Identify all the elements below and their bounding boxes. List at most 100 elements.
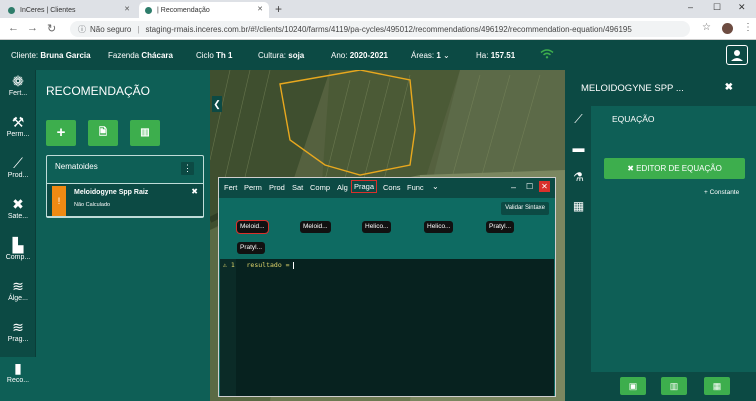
sidebar-item-fertilidade[interactable]: ❁ Fert... bbox=[0, 70, 36, 106]
equation-panel-title: MELOIDOGYNE SPP ... bbox=[581, 83, 684, 94]
close-editor-icon[interactable]: ✕ bbox=[539, 181, 550, 192]
favicon-icon bbox=[145, 6, 152, 14]
equation-editor-button[interactable]: ✖ EDITOR DE EQUAÇÃO bbox=[604, 158, 745, 179]
flask-icon[interactable]: ⚗ bbox=[571, 170, 586, 185]
areas-value: 1 bbox=[436, 51, 441, 60]
add-button[interactable]: + bbox=[46, 120, 76, 146]
url-field[interactable]: ⓘ Não seguro | staging-rmais.inceres.com… bbox=[70, 21, 690, 37]
back-icon[interactable]: ← bbox=[8, 22, 19, 34]
collapse-panel-button[interactable]: ❮ bbox=[212, 96, 222, 112]
equation-panel: MELOIDOGYNE SPP ... ✖ ⟋ ▬ ⚗ ▦ EQUAÇÃO ✖ … bbox=[565, 70, 756, 401]
close-tab-icon[interactable]: ✕ bbox=[257, 5, 263, 13]
minimize-editor-icon[interactable]: – bbox=[511, 182, 516, 192]
variable-chip[interactable]: Meloid... bbox=[300, 221, 331, 233]
ano-value: 2020-2021 bbox=[349, 51, 388, 60]
composition-icon: ▙ bbox=[12, 237, 24, 253]
address-bar-row: ← → ↻ ⓘ Não seguro | staging-rmais.incer… bbox=[0, 18, 756, 40]
code-text: resultado = bbox=[246, 261, 294, 269]
books-icon: ▥ bbox=[669, 381, 679, 391]
close-window-icon[interactable]: ✕ bbox=[738, 2, 746, 13]
group-menu-button[interactable]: ⋮ bbox=[181, 162, 194, 175]
chart-line-icon[interactable]: ⟋ bbox=[571, 112, 586, 127]
tab-praga[interactable]: Praga bbox=[351, 180, 378, 193]
sidebar-item-permanencia[interactable]: ⚒ Perm... bbox=[0, 111, 36, 147]
validate-syntax-button[interactable]: Validar Sintaxe bbox=[501, 202, 549, 215]
sidebar-item-produtividade[interactable]: ⟋ Prod... bbox=[0, 152, 36, 188]
url-warning: Não seguro bbox=[90, 24, 132, 34]
forward-icon[interactable]: → bbox=[27, 22, 38, 34]
chart-line-icon: ⟋ bbox=[13, 155, 23, 171]
areas-label: Áreas: bbox=[411, 51, 435, 60]
close-tab-icon[interactable]: ✕ bbox=[124, 5, 130, 13]
variable-chip[interactable]: Helico... bbox=[362, 221, 392, 233]
maximize-editor-icon[interactable]: ☐ bbox=[526, 182, 533, 191]
tab-label: InCeres | Clientes bbox=[20, 6, 76, 14]
tab-comp[interactable]: Comp bbox=[310, 183, 330, 192]
user-account-button[interactable] bbox=[726, 45, 748, 65]
variable-chip[interactable]: Helico... bbox=[424, 221, 454, 233]
close-x-icon: ✖ bbox=[627, 164, 637, 173]
sidebar-item-algebra[interactable]: ≋ Álge... bbox=[0, 275, 36, 311]
library-button[interactable]: ▥ bbox=[661, 377, 687, 395]
ciclo-label: Ciclo bbox=[196, 51, 214, 60]
browser-tab-clientes[interactable]: InCeres | Clientes ✕ bbox=[2, 2, 136, 18]
layers-icon: ≋ bbox=[12, 319, 24, 335]
close-panel-icon[interactable]: ✖ bbox=[725, 82, 733, 93]
app-header: Cliente: Bruna Garcia Fazenda Chácara Ci… bbox=[0, 40, 756, 70]
fazenda-label: Fazenda bbox=[108, 51, 140, 60]
info-icon: ⓘ bbox=[78, 24, 86, 34]
line-gutter bbox=[220, 259, 236, 396]
paint-roller-icon[interactable]: ▬ bbox=[571, 141, 586, 156]
code-editor[interactable]: ⚠ 1 resultado = bbox=[220, 259, 554, 396]
save-icon: ▣ bbox=[628, 381, 638, 391]
tab-sat[interactable]: Sat bbox=[292, 183, 303, 192]
item-status: Não Calculado bbox=[74, 202, 111, 208]
bookmark-star-icon[interactable]: ☆ bbox=[702, 22, 711, 33]
line-number: 1 bbox=[230, 261, 235, 269]
library-button[interactable]: ▥ bbox=[130, 120, 160, 146]
browser-tab-recomendacao[interactable]: | Recomendação ✕ bbox=[139, 2, 269, 18]
sidebar-item-recomendacao[interactable]: ▮ Reco... bbox=[0, 357, 36, 401]
add-constant-button[interactable]: + Constante bbox=[704, 189, 739, 196]
maximize-window-icon[interactable]: ☐ bbox=[713, 2, 721, 13]
variable-chip[interactable]: Pratyl... bbox=[486, 221, 515, 233]
save-button[interactable]: ▣ bbox=[620, 377, 646, 395]
calculator-icon[interactable]: ▦ bbox=[571, 199, 586, 214]
areas-dropdown[interactable]: Áreas: 1 ⌄ bbox=[411, 51, 450, 60]
variable-chip[interactable]: Pratyl... bbox=[237, 242, 266, 254]
document-icon: 🗎 bbox=[98, 127, 108, 138]
tube-icon: ▮ bbox=[14, 360, 22, 376]
tab-cons[interactable]: Cons bbox=[383, 183, 401, 192]
minimize-window-icon[interactable]: – bbox=[688, 2, 693, 12]
sidebar-item-satelite[interactable]: ✖ Sate... bbox=[0, 193, 36, 229]
ha-label: Ha: bbox=[476, 51, 489, 60]
tab-alg[interactable]: Alg bbox=[337, 183, 348, 192]
tab-label: | Recomendação bbox=[157, 6, 210, 14]
recommendation-item[interactable]: ! Meloidogyne Spp Raiz Não Calculado ✖ bbox=[46, 183, 204, 217]
profile-avatar[interactable] bbox=[722, 23, 733, 34]
more-tabs-chevron-icon[interactable]: ⌄ bbox=[432, 182, 439, 191]
layers-icon: ≋ bbox=[12, 278, 24, 294]
report-button[interactable]: 🗎 bbox=[88, 120, 118, 146]
new-tab-button[interactable]: + bbox=[275, 2, 282, 16]
cliente-label: Cliente: bbox=[11, 51, 39, 60]
sidebar-item-composicao[interactable]: ▙ Comp... bbox=[0, 234, 36, 270]
calculator-icon: ▦ bbox=[712, 381, 722, 391]
satellite-icon: ✖ bbox=[12, 196, 24, 212]
calculate-button[interactable]: ▦ bbox=[704, 377, 730, 395]
formula-editor: Fert Perm Prod Sat Comp Alg Praga Cons F… bbox=[218, 177, 556, 397]
browser-menu-icon[interactable]: ⋮ bbox=[743, 22, 753, 33]
tab-prod[interactable]: Prod bbox=[269, 183, 285, 192]
favicon-icon bbox=[8, 6, 15, 14]
browser-tab-bar: InCeres | Clientes ✕ | Recomendação ✕ + … bbox=[0, 0, 756, 18]
reload-icon[interactable]: ↻ bbox=[47, 22, 56, 35]
tab-fert[interactable]: Fert bbox=[224, 183, 237, 192]
remove-item-icon[interactable]: ✖ bbox=[191, 187, 198, 196]
sidebar-item-pragas[interactable]: ≋ Prag... bbox=[0, 316, 36, 352]
tab-perm[interactable]: Perm bbox=[244, 183, 262, 192]
warning-icon: ⚠ bbox=[223, 261, 227, 269]
panel-title: RECOMENDAÇÃO bbox=[46, 84, 151, 98]
plus-icon: + bbox=[56, 124, 66, 141]
variable-chip[interactable]: Meloid... bbox=[236, 220, 269, 234]
tab-func[interactable]: Func bbox=[407, 183, 424, 192]
